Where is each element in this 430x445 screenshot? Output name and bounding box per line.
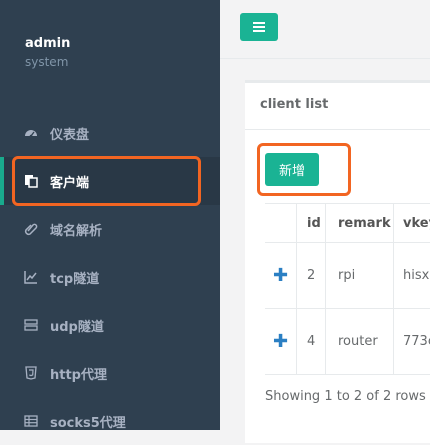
sidebar-item-label: socks5代理 (50, 415, 126, 431)
pagination-summary: Showing 1 to 2 of 2 rows (265, 389, 426, 404)
client-icon (24, 174, 38, 188)
sidebar-item-udp[interactable]: udp隧道 (0, 301, 220, 349)
panel-title: client list (260, 97, 329, 112)
expand-row-button[interactable]: ✚ (265, 309, 297, 374)
sidebar-nav: 仪表盘 客户端 域名解析 tcp隧道 udp隧道 http代理 socks5代理 (0, 109, 220, 445)
table-icon (24, 414, 38, 428)
user-profile[interactable]: admin system (25, 36, 70, 69)
sidebar-item-label: 域名解析 (50, 223, 103, 239)
cell-id: 2 (296, 243, 326, 308)
server-icon (24, 318, 38, 332)
sidebar-item-label: http代理 (50, 367, 107, 383)
panel-divider (245, 129, 430, 130)
sidebar-item-http[interactable]: http代理 (0, 349, 220, 397)
sidebar-item-label: tcp隧道 (50, 271, 100, 287)
cell-vkey: hisxp (403, 268, 430, 283)
table-row: ✚ 2 rpi hisxp (265, 243, 430, 309)
plus-icon: ✚ (272, 265, 289, 286)
column-header-id[interactable]: id (296, 204, 326, 242)
table-header: id remark vkey (265, 204, 430, 243)
cell-vkey: 773c (403, 334, 430, 349)
dashboard-icon (24, 126, 38, 140)
user-role: system (25, 55, 69, 69)
sidebar-item-dashboard[interactable]: 仪表盘 (0, 109, 220, 157)
plus-icon: ✚ (272, 331, 289, 352)
user-name: admin (25, 36, 71, 51)
column-header-vkey[interactable]: vkey (394, 204, 430, 242)
sidebar-item-label: 仪表盘 (50, 127, 90, 143)
client-table: id remark vkey ✚ 2 rpi hisxp ✚ 4 router … (265, 203, 430, 375)
paperclip-icon (24, 222, 38, 236)
html5-icon (24, 366, 38, 380)
sidebar: admin system 仪表盘 客户端 域名解析 tcp隧道 udp隧道 ht… (0, 0, 220, 431)
column-header-remark[interactable]: remark (326, 204, 394, 242)
sidebar-item-label: udp隧道 (50, 319, 104, 335)
cell-id: 4 (296, 309, 326, 374)
top-navbar (220, 0, 430, 59)
cell-remark: router (326, 309, 394, 374)
sidebar-item-socks5[interactable]: socks5代理 (0, 397, 220, 445)
expand-row-button[interactable]: ✚ (265, 243, 297, 308)
sidebar-item-tcp[interactable]: tcp隧道 (0, 253, 220, 301)
line-chart-icon (24, 270, 38, 284)
cell-remark: rpi (326, 243, 394, 308)
sidebar-item-clients[interactable]: 客户端 (0, 157, 220, 205)
sidebar-toggle-button[interactable] (240, 13, 278, 41)
sidebar-item-domain[interactable]: 域名解析 (0, 205, 220, 253)
table-row: ✚ 4 router 773c (265, 309, 430, 375)
hamburger-icon (253, 22, 265, 32)
sidebar-item-label: 客户端 (50, 175, 90, 191)
expand-column-header (265, 204, 297, 242)
add-client-button[interactable]: 新增 (265, 153, 319, 186)
